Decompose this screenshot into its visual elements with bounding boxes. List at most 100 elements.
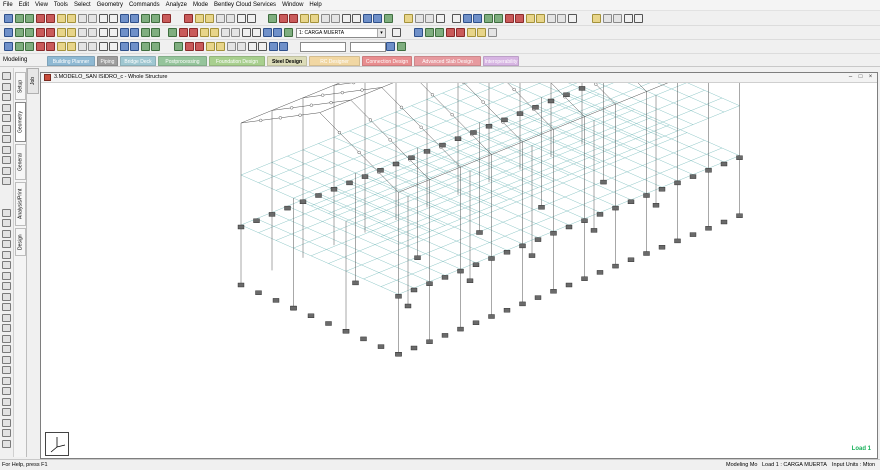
left-tool-button-icon[interactable] (2, 229, 11, 238)
job-tab[interactable]: Job (27, 68, 39, 94)
toolbar-button-icon[interactable] (119, 14, 129, 23)
workspace-tab[interactable]: Foundation Design (209, 56, 265, 66)
toolbar-button-icon[interactable] (435, 28, 444, 37)
chevron-down-icon[interactable]: ▾ (377, 29, 385, 37)
toolbar-button-icon[interactable] (557, 14, 566, 23)
toolbar-button-icon[interactable] (466, 28, 476, 37)
toolbar-button-icon[interactable] (247, 42, 257, 51)
left-tool-button-icon[interactable] (2, 408, 11, 416)
toolbar-button-icon[interactable] (4, 42, 13, 51)
menu-item[interactable]: Edit (19, 2, 29, 8)
toolbar-button-icon[interactable] (88, 14, 97, 23)
toolbar-button-icon[interactable] (194, 14, 204, 23)
toolbar-button-icon[interactable] (283, 28, 293, 37)
toolbar-button-icon[interactable] (425, 14, 434, 23)
toolbar-button-icon[interactable] (161, 14, 171, 23)
toolbar-button-icon[interactable] (35, 14, 45, 23)
toolbar-button-icon[interactable] (56, 14, 66, 23)
toolbar-button-icon[interactable] (25, 28, 34, 37)
left-tool-button-icon[interactable] (2, 145, 11, 154)
toolbar-button-icon[interactable] (88, 28, 97, 37)
workspace-tab[interactable]: Interoperability (483, 56, 519, 66)
side-tab-analysis-print[interactable]: Analysis/Print (15, 182, 26, 226)
toolbar-button-icon[interactable] (168, 28, 177, 37)
toolbar-button-icon[interactable] (320, 14, 330, 23)
toolbar-button-icon[interactable] (46, 28, 55, 37)
workspace-tab[interactable]: Bridge Deck (120, 56, 156, 66)
menu-item[interactable]: Bentley Cloud Services (214, 2, 276, 8)
toolbar-button-icon[interactable] (404, 14, 413, 23)
toolbar-button-icon[interactable] (456, 28, 465, 37)
toolbar-button-icon[interactable] (184, 14, 193, 23)
toolbar-button-icon[interactable] (331, 14, 340, 23)
toolbar-button-icon[interactable] (445, 28, 455, 37)
toolbar-button-icon[interactable] (341, 14, 351, 23)
menu-item[interactable]: Mode (193, 2, 208, 8)
left-tool-button-icon[interactable] (2, 103, 11, 112)
menu-item[interactable]: Commands (129, 2, 160, 8)
toolbar-button-icon[interactable] (352, 14, 361, 23)
toolbar-button-icon[interactable] (236, 14, 246, 23)
left-tool-button-icon[interactable] (2, 124, 11, 133)
toolbar-button-icon[interactable] (462, 14, 472, 23)
left-tool-button-icon[interactable] (2, 93, 11, 101)
menu-item[interactable]: File (3, 2, 13, 8)
toolbar-button-icon[interactable] (536, 14, 545, 23)
toolbar-button-icon[interactable] (130, 42, 139, 51)
toolbar-button-icon[interactable] (268, 42, 278, 51)
left-tool-button-icon[interactable] (2, 387, 11, 395)
toolbar-button-icon[interactable] (77, 42, 87, 51)
left-tool-button-icon[interactable] (2, 135, 11, 143)
toolbar-button-icon[interactable] (623, 14, 633, 23)
toolbar-button-icon[interactable] (130, 14, 139, 23)
minimize-icon[interactable]: – (846, 74, 855, 81)
toolbar-button-icon[interactable] (25, 42, 34, 51)
toolbar-button-icon[interactable] (119, 28, 129, 37)
left-tool-button-icon[interactable] (2, 114, 11, 122)
left-tool-button-icon[interactable] (2, 82, 11, 91)
toolbar-button-icon[interactable] (130, 28, 139, 37)
toolbar-button-icon[interactable] (140, 42, 150, 51)
left-tool-button-icon[interactable] (2, 345, 11, 353)
left-tool-button-icon[interactable] (2, 282, 11, 290)
menu-item[interactable]: Window (282, 2, 303, 8)
left-tool-button-icon[interactable] (2, 366, 11, 374)
toolbar-button-icon[interactable] (46, 42, 55, 51)
left-tool-button-icon[interactable] (2, 177, 11, 185)
toolbar-button-icon[interactable] (310, 14, 319, 23)
toolbar-button-icon[interactable] (396, 42, 406, 51)
toolbar-button-icon[interactable] (205, 14, 214, 23)
left-tool-button-icon[interactable] (2, 250, 11, 259)
left-tool-button-icon[interactable] (2, 156, 11, 164)
toolbar-button-icon[interactable] (231, 28, 240, 37)
left-tool-button-icon[interactable] (2, 208, 11, 217)
menu-item[interactable]: Select (74, 2, 91, 8)
toolbar-button-icon[interactable] (109, 28, 118, 37)
toolbar-button-icon[interactable] (247, 14, 256, 23)
left-tool-button-icon[interactable] (2, 313, 11, 322)
toolbar-button-icon[interactable] (151, 28, 160, 37)
left-tool-button-icon[interactable] (2, 429, 11, 437)
toolbar-button-icon[interactable] (567, 14, 577, 23)
toolbar-button-icon[interactable] (452, 14, 461, 23)
toolbar-button-icon[interactable] (195, 42, 204, 51)
toolbar-button-icon[interactable] (67, 14, 76, 23)
left-tool-button-icon[interactable] (2, 355, 11, 364)
toolbar-button-icon[interactable] (77, 14, 87, 23)
left-tool-button-icon[interactable] (2, 72, 11, 80)
toolbar-button-icon[interactable] (279, 42, 288, 51)
workspace-tab[interactable]: Connection Design (362, 56, 412, 66)
toolbar-button-icon[interactable] (241, 28, 251, 37)
toolbar-button-icon[interactable] (4, 14, 13, 23)
toolbar-button-icon[interactable] (14, 42, 24, 51)
left-tool-button-icon[interactable] (2, 303, 11, 311)
toolbar-button-icon[interactable] (109, 42, 118, 51)
toolbar-button-icon[interactable] (268, 14, 277, 23)
toolbar-button-icon[interactable] (98, 28, 108, 37)
toolbar-button-icon[interactable] (25, 14, 34, 23)
selector-combo-b[interactable] (350, 42, 386, 52)
toolbar-button-icon[interactable] (67, 42, 76, 51)
toolbar-button-icon[interactable] (237, 42, 246, 51)
toolbar-button-icon[interactable] (56, 42, 66, 51)
toolbar-button-icon[interactable] (140, 28, 150, 37)
